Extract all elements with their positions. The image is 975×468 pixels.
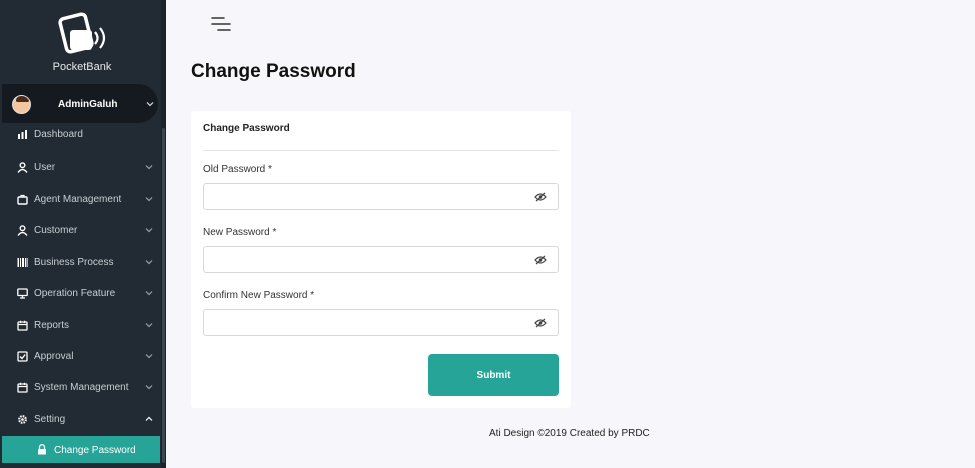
sidebar-item-user[interactable]: User — [0, 153, 160, 181]
sidebar-item-approval[interactable]: Approval — [0, 342, 160, 370]
chevron-down-icon — [146, 102, 154, 107]
chevron-down-icon — [145, 197, 153, 202]
divider — [203, 150, 559, 151]
eye-slash-icon[interactable] — [534, 192, 547, 202]
new-password-input[interactable] — [210, 251, 530, 268]
monitor-icon — [17, 288, 28, 299]
sidebar-item-dashboard[interactable]: Dashboard — [0, 120, 160, 148]
sidebar-item-agent-management[interactable]: Agent Management — [0, 185, 160, 213]
sidebar-item-reports[interactable]: Reports — [0, 311, 160, 339]
sidebar-item-system-management[interactable]: System Management — [0, 373, 160, 401]
new-password-field[interactable] — [203, 246, 559, 273]
eye-slash-icon[interactable] — [534, 318, 547, 328]
sidebar-item-operation-feature[interactable]: Operation Feature — [0, 279, 160, 307]
brand-name: PocketBank — [52, 61, 112, 73]
new-password-label: New Password * — [203, 227, 277, 238]
gear-icon — [18, 415, 27, 424]
eye-slash-icon[interactable] — [534, 255, 547, 265]
hamburger-menu-icon[interactable] — [211, 16, 231, 32]
old-password-field[interactable] — [203, 183, 559, 210]
footer-text: Ati Design ©2019 Created by PRDC — [489, 428, 650, 439]
old-password-input[interactable] — [210, 188, 530, 205]
chevron-down-icon — [145, 323, 153, 328]
sidebar: PocketBank AdminGaluh Dashboard User Age… — [0, 0, 166, 468]
chevron-down-icon — [145, 260, 153, 265]
chevron-up-icon — [145, 416, 153, 421]
sidebar-item-label: Dashboard — [34, 129, 83, 140]
barcode-icon — [17, 258, 28, 267]
calendar-icon — [17, 320, 28, 331]
page-title: Change Password — [191, 61, 356, 82]
sidebar-item-label: User — [34, 162, 56, 173]
sidebar-item-label: Setting — [34, 414, 66, 425]
sidebar-item-setting[interactable]: Setting — [0, 405, 160, 433]
sidebar-subitem-change-password[interactable]: Change Password — [2, 436, 160, 463]
sidebar-item-label: Approval — [34, 351, 74, 362]
change-password-card: Change Password Old Password * New Passw… — [191, 111, 571, 408]
chevron-down-icon — [145, 385, 153, 390]
sidebar-item-customer[interactable]: Customer — [0, 216, 160, 244]
confirm-password-field[interactable] — [203, 309, 559, 336]
user-icon — [17, 162, 28, 173]
sidebar-item-label: Business Process — [34, 257, 114, 268]
chevron-down-icon — [145, 228, 153, 233]
user-icon — [17, 225, 28, 236]
confirm-password-label: Confirm New Password * — [203, 290, 315, 301]
sidebar-item-label: System Management — [34, 382, 129, 393]
sidebar-item-label: Agent Management — [34, 194, 122, 205]
pocketbank-logo — [58, 12, 106, 54]
sidebar-item-label: Operation Feature — [34, 288, 116, 299]
chevron-down-icon — [145, 291, 153, 296]
sidebar-scrollbar-thumb[interactable] — [162, 128, 165, 463]
user-name: AdminGaluh — [58, 99, 118, 110]
avatar — [12, 95, 31, 114]
bar-chart-icon — [18, 130, 27, 139]
card-title: Change Password — [203, 123, 290, 134]
chevron-down-icon — [145, 165, 153, 170]
sidebar-item-business-process[interactable]: Business Process — [0, 248, 160, 276]
user-menu[interactable]: AdminGaluh — [2, 84, 158, 123]
chevron-down-icon — [145, 354, 153, 359]
briefcase-icon — [17, 194, 28, 205]
sidebar-item-label: Customer — [34, 225, 78, 236]
sidebar-subitem-label: Change Password — [54, 445, 136, 456]
submit-button[interactable]: Submit — [428, 354, 559, 396]
confirm-password-input[interactable] — [210, 314, 530, 331]
sidebar-item-label: Reports — [34, 320, 70, 331]
old-password-label: Old Password * — [203, 164, 272, 175]
check-square-icon — [17, 351, 28, 362]
lock-icon — [38, 444, 46, 455]
calendar-icon — [17, 382, 28, 393]
